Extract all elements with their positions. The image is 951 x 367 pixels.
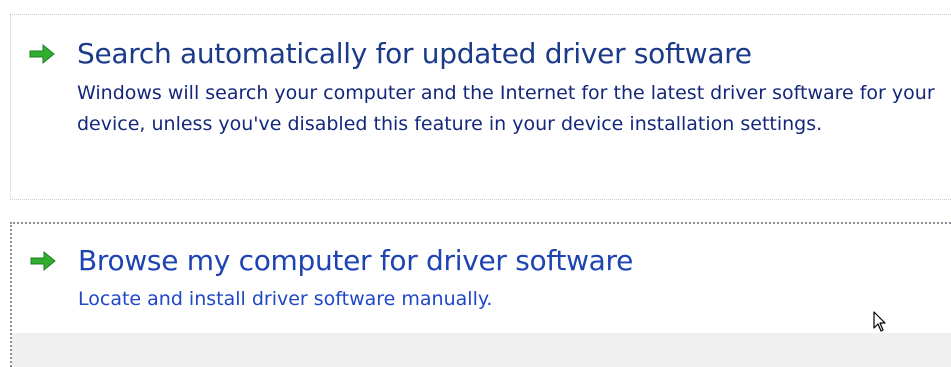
option-hover-strip <box>12 333 951 367</box>
pointer-cursor-icon <box>873 311 886 332</box>
search-automatically-option[interactable]: Search automatically for updated driver … <box>10 14 951 200</box>
browse-computer-description: Locate and install driver software manua… <box>78 288 493 310</box>
browse-computer-option[interactable]: Browse my computer for driver software L… <box>10 222 951 367</box>
browse-computer-title: Browse my computer for driver software <box>78 244 634 277</box>
search-automatically-description: Windows will search your computer and th… <box>77 82 935 135</box>
search-automatically-title: Search automatically for updated driver … <box>77 37 752 70</box>
green-arrow-icon <box>29 43 55 65</box>
green-arrow-icon <box>30 250 56 272</box>
driver-search-options: Search automatically for updated driver … <box>0 0 951 367</box>
